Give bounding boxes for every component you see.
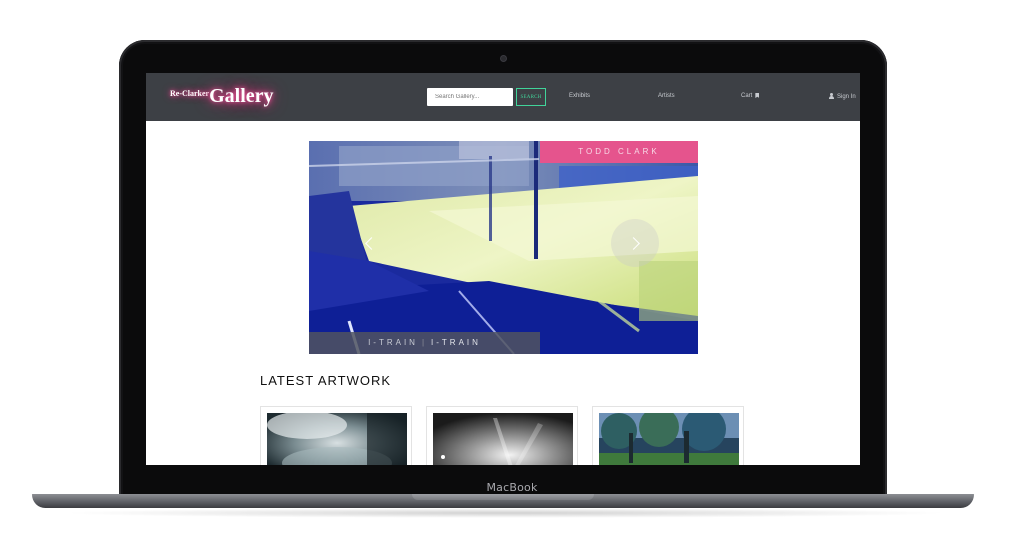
featured-carousel[interactable]: TODD CLARK I-TRAIN | I-TRAIN (309, 141, 698, 354)
nav-link-sign-in[interactable]: Sign In (829, 93, 856, 100)
artist-name-banner[interactable]: TODD CLARK (540, 141, 698, 163)
caption-separator: | (421, 338, 428, 347)
carousel-next-button[interactable] (611, 219, 659, 267)
caption-title-secondary: I-TRAIN (431, 338, 481, 347)
laptop-hinge-notch (412, 494, 594, 500)
caption-title-primary: I-TRAIN (368, 338, 418, 347)
browser-screen: Re-ClarkerGallery SEARCH Exhibits Artist… (146, 73, 860, 465)
site-logo[interactable]: Re-ClarkerGallery (170, 85, 274, 109)
nav-link-artists[interactable]: Artists (658, 93, 675, 99)
latest-artwork-heading: LATEST ARTWORK (260, 373, 392, 388)
slide-caption: I-TRAIN | I-TRAIN (309, 332, 540, 354)
nav-link-sign-in-label: Sign In (837, 94, 856, 100)
chevron-right-icon (626, 236, 640, 250)
chevron-left-icon (364, 236, 378, 250)
nav-link-cart[interactable]: Cart (741, 93, 760, 99)
navbar: Re-ClarkerGallery SEARCH Exhibits Artist… (146, 73, 860, 121)
nav-link-exhibits[interactable]: Exhibits (569, 93, 590, 99)
webcam-icon (501, 56, 506, 61)
user-icon (829, 93, 834, 99)
logo-title: Gallery (209, 85, 274, 107)
search-button[interactable]: SEARCH (516, 88, 546, 106)
abstract-hands-image (267, 413, 407, 465)
artwork-card[interactable] (592, 406, 744, 465)
carousel-prev-button[interactable] (345, 219, 393, 267)
tree-canopy-image (599, 413, 739, 465)
bookmark-icon (755, 93, 760, 98)
artwork-card[interactable] (260, 406, 412, 465)
light-burst-image (433, 413, 573, 465)
artwork-card[interactable] (426, 406, 578, 465)
logo-prefix: Re-Clarker (170, 89, 210, 98)
laptop-shadow (60, 508, 950, 518)
nav-link-cart-label: Cart (741, 93, 753, 99)
laptop-brand-label: MacBook (486, 481, 538, 494)
search-input[interactable] (427, 88, 513, 106)
